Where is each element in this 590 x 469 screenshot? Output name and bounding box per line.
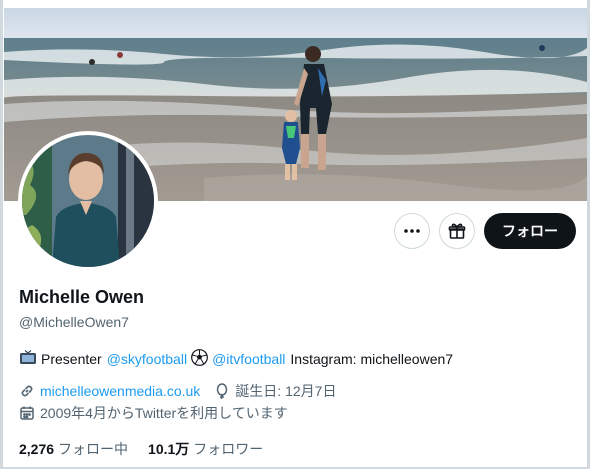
- profile-stats: 2,276 フォロー中 10.1万 フォロワー: [19, 439, 263, 459]
- profile-avatar[interactable]: [18, 131, 158, 271]
- following-stat[interactable]: 2,276 フォロー中: [19, 439, 128, 459]
- profile-bio: Presenter @skyfootball @itvfootball Inst…: [19, 349, 453, 369]
- followers-label: フォロワー: [193, 441, 264, 457]
- more-horizontal-icon: [403, 222, 421, 240]
- bio-prefix: Presenter: [41, 351, 102, 367]
- calendar-icon: [19, 405, 35, 421]
- profile-meta-row: michelleowenmedia.co.uk 誕生日: 12月7日: [19, 381, 336, 401]
- birthday-text: 誕生日: 12月7日: [235, 383, 337, 399]
- followers-count: 10.1万: [148, 441, 190, 457]
- follow-button[interactable]: フォロー: [484, 213, 576, 249]
- following-label: フォロー中: [58, 441, 129, 457]
- balloon-icon: [214, 383, 230, 399]
- profile-actions: フォロー: [394, 213, 576, 249]
- tv-icon: [19, 349, 37, 369]
- profile-handle: @MichelleOwen7: [19, 314, 129, 330]
- bio-suffix: Instagram: michelleowen7: [290, 351, 454, 367]
- more-button[interactable]: [394, 213, 430, 249]
- following-count: 2,276: [19, 441, 55, 457]
- profile-joined-row: 2009年4月からTwitterを利用しています: [19, 403, 288, 423]
- link-icon: [19, 383, 35, 399]
- gift-icon: [448, 222, 466, 240]
- bio-link-skyfootball[interactable]: @skyfootball: [107, 351, 187, 367]
- followers-stat[interactable]: 10.1万 フォロワー: [148, 439, 263, 459]
- soccer-ball-icon: [191, 349, 208, 369]
- profile-name: Michelle Owen: [19, 287, 145, 307]
- window-frame-left: [0, 0, 3, 469]
- joined-text: 2009年4月からTwitterを利用しています: [40, 405, 288, 421]
- website-link[interactable]: michelleowenmedia.co.uk: [40, 383, 200, 399]
- gift-button[interactable]: [439, 213, 475, 249]
- bio-link-itvfootball[interactable]: @itvfootball: [212, 351, 285, 367]
